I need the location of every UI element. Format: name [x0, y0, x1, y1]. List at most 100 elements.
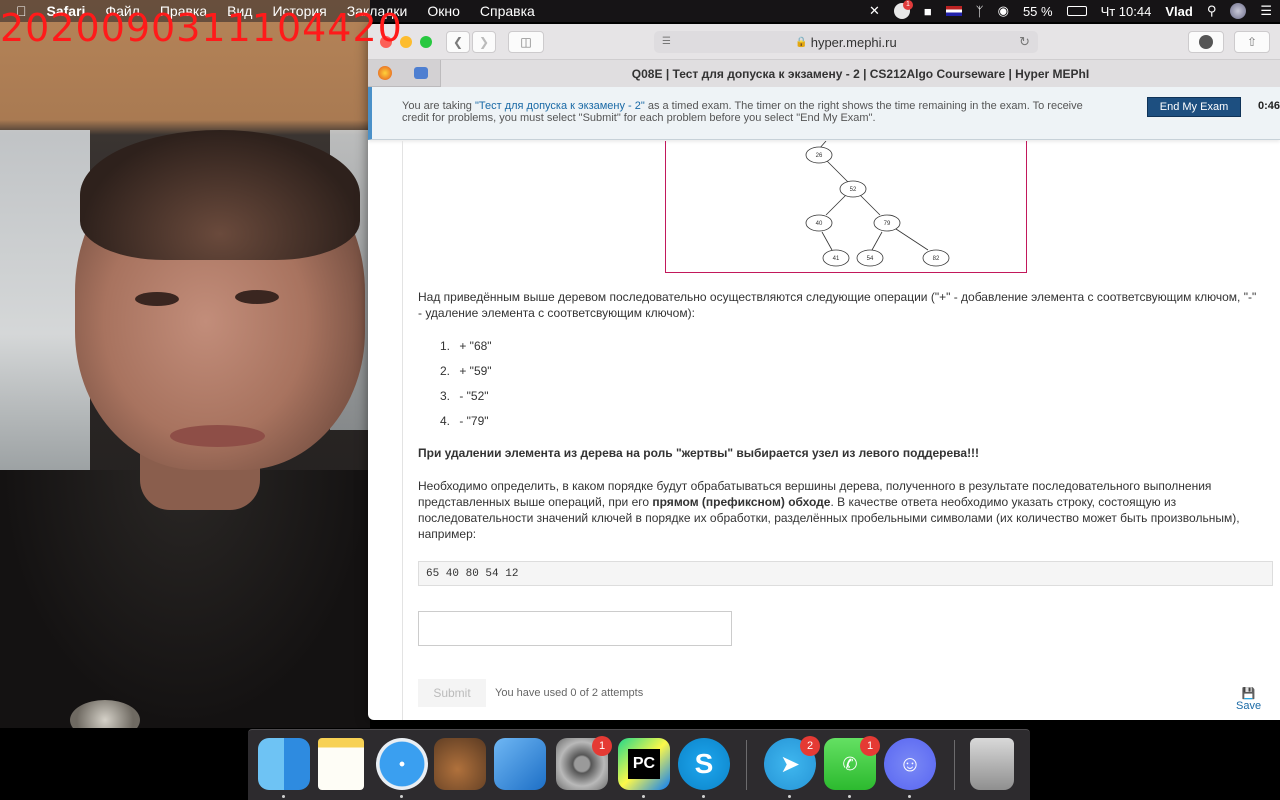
spotlight-icon[interactable]: ⚲	[1207, 3, 1217, 19]
reload-icon[interactable]: ↻	[1019, 34, 1030, 50]
person-left-eye	[135, 292, 179, 306]
url-text: hyper.mephi.ru	[810, 34, 897, 50]
pinned-tab-1[interactable]	[370, 63, 400, 83]
end-exam-button[interactable]: End My Exam	[1147, 97, 1241, 117]
dock-pycharm-icon[interactable]: PC	[618, 738, 670, 790]
tree-edge	[821, 231, 833, 251]
tree-node-label: 41	[833, 256, 840, 262]
person-hair	[80, 130, 360, 260]
tree-edge	[825, 194, 847, 216]
flag-icon[interactable]	[945, 6, 962, 16]
dock-notes-icon[interactable]	[318, 738, 364, 790]
operation-number: 1.	[440, 339, 451, 353]
example-answer: 65 40 80 54 12	[418, 561, 1273, 586]
person-right-eye	[235, 290, 279, 304]
tree-edge	[871, 231, 883, 251]
tree-node-label: 79	[884, 221, 891, 227]
operation-number: 4.	[440, 414, 451, 428]
recording-timestamp: 2020090311104420	[0, 6, 403, 50]
forward-button[interactable]: ❯	[472, 31, 496, 53]
running-indicator	[908, 795, 911, 798]
problem-content: 26 52 40 79 41 54 82 Над приведённым выш…	[368, 140, 1280, 720]
operation-text: + "68"	[459, 339, 492, 353]
question-text: Необходимо определить, в каком порядке б…	[418, 478, 1263, 542]
operation-number: 2.	[440, 364, 451, 378]
timed-exam-banner: You are taking "Тест для допуска к экзам…	[368, 87, 1280, 140]
tree-node-label: 26	[816, 153, 823, 159]
operation-item: 4. - "79"	[440, 414, 492, 439]
user-name[interactable]: Vlad	[1165, 4, 1192, 19]
operations-list: 1. + "68" 2. + "59" 3. - "52" 4. - "79"	[440, 339, 492, 439]
dock-separator	[746, 740, 747, 790]
operation-text: + "59"	[459, 364, 492, 378]
running-indicator	[702, 795, 705, 798]
battery-icon[interactable]	[1066, 6, 1087, 16]
tree-node-label: 52	[850, 187, 857, 193]
tree-edge	[859, 194, 881, 216]
telegram-badge: 2	[800, 736, 820, 756]
dock-skype-icon[interactable]: S	[678, 738, 730, 790]
question-emphasis: прямом (префиксном) обходе	[652, 495, 831, 509]
pinned-tab-2[interactable]	[406, 63, 436, 83]
running-indicator	[848, 795, 851, 798]
submit-button[interactable]: Submit	[418, 679, 486, 707]
sidebar-button[interactable]: ◫	[508, 31, 544, 53]
bluetooth-icon[interactable]: ᛉ	[976, 4, 984, 19]
download-icon	[1199, 35, 1213, 49]
tab-active[interactable]: Q08E | Тест для допуска к экзамену - 2 |…	[440, 60, 1280, 87]
operation-item: 3. - "52"	[440, 389, 492, 414]
share-button[interactable]: ⇧	[1234, 31, 1270, 53]
pinned-chat-icon	[414, 67, 428, 79]
zoom-window-button[interactable]	[420, 36, 432, 48]
tree-diagram: 26 52 40 79 41 54 82	[805, 140, 950, 267]
wifi-icon[interactable]: ◉	[998, 3, 1009, 19]
person-mouth	[170, 425, 265, 447]
lock-icon: 🔒	[795, 36, 808, 48]
menu-help[interactable]: Справка	[480, 3, 535, 19]
problem-intro: Над приведённым выше деревом последовате…	[418, 290, 1257, 320]
notification-app-icon[interactable]: 1	[893, 0, 913, 19]
reader-icon[interactable]: ☰	[662, 36, 671, 47]
dock-trash-icon[interactable]	[970, 738, 1014, 790]
battery-percent[interactable]: 55 %	[1023, 4, 1053, 19]
running-indicator	[642, 795, 645, 798]
tree-node-label: 40	[816, 221, 823, 227]
notification-center-icon[interactable]: ☰	[1260, 3, 1272, 19]
downloads-button[interactable]	[1188, 31, 1224, 53]
tools-icon[interactable]: ✕	[869, 3, 880, 19]
tab-bar: Q08E | Тест для допуска к экзамену - 2 |…	[368, 60, 1280, 87]
address-bar[interactable]: ☰ 🔒 hyper.mephi.ru ↻	[654, 31, 1038, 53]
binary-tree-figure: 26 52 40 79 41 54 82	[665, 140, 1027, 273]
dock-instruments-icon[interactable]	[434, 738, 486, 790]
sidebar-icon: ◫	[520, 35, 532, 49]
exam-message-start: You are taking	[402, 100, 475, 112]
attempts-counter: You have used 0 of 2 attempts	[495, 687, 644, 699]
dock-separator	[954, 740, 955, 790]
dock-finder-icon[interactable]	[258, 738, 310, 790]
save-button[interactable]: 💾 Save	[1236, 687, 1261, 712]
save-icon: 💾	[1241, 688, 1256, 700]
content-divider	[402, 141, 403, 720]
messages-icon[interactable]: ■	[924, 4, 932, 19]
tree-edge	[895, 228, 929, 251]
menu-window[interactable]: Окно	[427, 3, 460, 19]
status-tray: ✕ 1 ■ ᛉ ◉ 55 % Чт 10:44 Vlad ⚲ ☰	[869, 0, 1272, 22]
dock-xcode-icon[interactable]	[494, 738, 546, 790]
running-indicator	[788, 795, 791, 798]
operation-text: - "79"	[459, 414, 489, 428]
dock-discord-icon[interactable]: ☺	[884, 738, 936, 790]
siri-icon[interactable]	[1230, 3, 1247, 19]
notification-badge: 1	[902, 0, 913, 10]
operation-item: 1. + "68"	[440, 339, 492, 364]
tree-node-label: 54	[867, 256, 874, 262]
clock[interactable]: Чт 10:44	[1101, 4, 1152, 19]
dock-safari-icon[interactable]	[376, 738, 428, 790]
tab-title: Q08E | Тест для допуска к экзамену - 2 |…	[631, 66, 1090, 81]
answer-input[interactable]	[418, 611, 732, 646]
exam-link[interactable]: "Тест для допуска к экзамену - 2"	[475, 100, 645, 112]
facetime-badge: 1	[860, 736, 880, 756]
back-button[interactable]: ❮	[446, 31, 470, 53]
warning-note: При удалении элемента из дерева на роль …	[418, 446, 980, 460]
dock: 1 PC S ➤ 2 ✆ 1 ☺	[248, 729, 1030, 800]
browser-toolbar: ❮ ❯ ◫ ☰ 🔒 hyper.mephi.ru ↻ ⇧	[368, 24, 1280, 60]
